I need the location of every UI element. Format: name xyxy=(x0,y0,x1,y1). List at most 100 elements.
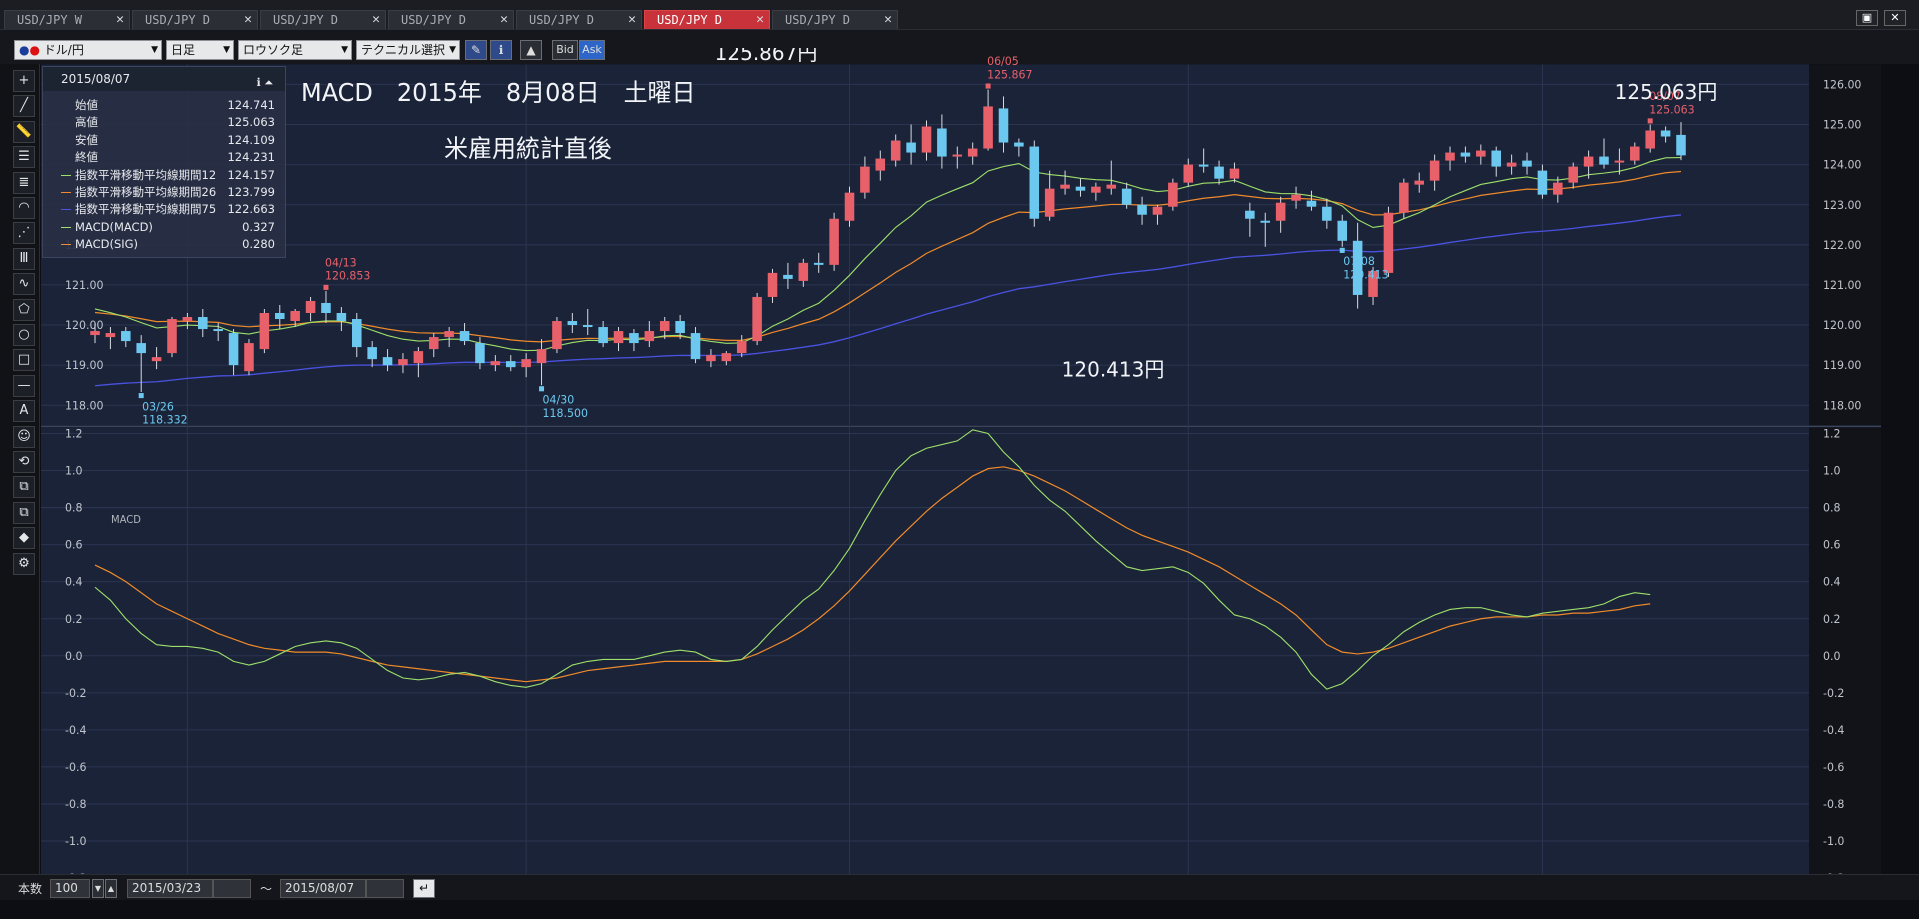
candle-body xyxy=(813,262,824,265)
circle-icon[interactable]: ○ xyxy=(13,324,35,346)
info-icon[interactable]: ℹ ⏶ xyxy=(257,71,273,95)
tab-close-icon[interactable]: ✕ xyxy=(884,11,892,29)
hline-icon[interactable]: — xyxy=(13,374,35,397)
tab-close-icon[interactable]: ✕ xyxy=(116,11,124,29)
pentagon-icon[interactable]: ⬠ xyxy=(13,298,35,321)
tab-close-icon[interactable]: ✕ xyxy=(756,11,764,29)
chart-area[interactable]: 118.00 118.00 119.00 119.00 120.00 120.00 121.… xyxy=(41,48,1919,874)
candle-body xyxy=(1460,152,1471,157)
low-mark-price: 118.332 xyxy=(142,414,187,427)
candle-body xyxy=(1660,130,1671,137)
high-mark-price: 125.063 xyxy=(1649,103,1694,116)
candle-body xyxy=(1476,150,1486,157)
annotation-high: 125.867円 xyxy=(715,48,818,65)
tab-label: USD/JPY D xyxy=(657,13,723,27)
high-marker xyxy=(985,83,991,89)
tab-0[interactable]: USD/JPY W ✕ xyxy=(4,10,130,29)
macd-tick-label: 1.2 xyxy=(1823,427,1840,440)
fan-icon[interactable]: ◠ xyxy=(13,197,35,219)
horizontal-lines-icon[interactable]: ☰ xyxy=(13,146,35,169)
candle-body xyxy=(1414,180,1425,185)
candle-body xyxy=(1229,168,1240,179)
candle-body xyxy=(937,128,947,157)
info-row: MACD(MACD) 0.327 xyxy=(61,219,283,236)
series-swatch xyxy=(61,157,71,158)
candle-body xyxy=(659,321,670,332)
price-tick-label: 121.00 xyxy=(1823,279,1861,292)
high-mark-price: 120.853 xyxy=(325,270,370,283)
candle-body xyxy=(1137,204,1147,215)
tab-6[interactable]: USD/JPY D ✕ xyxy=(772,10,898,29)
info-row: 指数平滑移動平均線期間12 124.157 xyxy=(61,167,283,184)
line-icon[interactable]: ╱ xyxy=(13,95,35,118)
candle-body xyxy=(459,331,470,342)
tab-close-icon[interactable]: ✕ xyxy=(628,11,636,29)
candle-body xyxy=(475,343,485,364)
tab-close-icon[interactable]: ✕ xyxy=(372,11,380,29)
info-row: 安値 124.109 xyxy=(61,132,283,149)
candle-body xyxy=(644,331,655,342)
stamp-icon[interactable]: ☺ xyxy=(13,425,35,448)
tab-4[interactable]: USD/JPY D ✕ xyxy=(516,10,642,29)
candle-body xyxy=(105,333,116,338)
candle-body xyxy=(613,331,624,344)
price-tick-label-left: 121.00 xyxy=(65,279,103,292)
tab-close-icon[interactable]: ✕ xyxy=(244,11,252,29)
price-tick-label-left: 118.00 xyxy=(65,399,103,412)
eraser-icon[interactable]: ◆ xyxy=(13,527,35,550)
settings-icon[interactable]: ⚙ xyxy=(13,552,35,575)
close-icon[interactable]: ✕ xyxy=(1884,10,1906,26)
copy-icon[interactable]: ⧉ xyxy=(13,476,35,499)
series-swatch xyxy=(61,226,71,228)
candle-body xyxy=(275,312,285,320)
info-row-value: 124.109 xyxy=(227,132,275,147)
apply-icon[interactable]: ↵ xyxy=(413,879,435,898)
macd-tick-label-left: -1.0 xyxy=(65,835,86,848)
info-row: 指数平滑移動平均線期間26 123.799 xyxy=(61,184,283,201)
macd-tick-label: -1.0 xyxy=(1823,835,1844,848)
tab-5[interactable]: USD/JPY D ✕ xyxy=(644,10,770,29)
restore-icon[interactable]: ▣ xyxy=(1856,10,1878,26)
info-row: MACD(SIG) 0.280 xyxy=(61,236,283,253)
info-row-label: MACD(SIG) xyxy=(75,237,139,252)
rectangle-icon[interactable]: □ xyxy=(13,349,35,372)
tab-1[interactable]: USD/JPY D ✕ xyxy=(132,10,258,29)
wave-icon[interactable]: ∿ xyxy=(13,273,35,296)
high-marker xyxy=(1647,118,1653,124)
crosshair-icon[interactable]: + xyxy=(13,70,35,92)
count-input[interactable]: 100 xyxy=(50,879,90,898)
reset-icon[interactable]: ⟲ xyxy=(13,451,35,473)
from-time-input[interactable] xyxy=(213,879,251,898)
parallel-lines-icon[interactable]: ≣ xyxy=(13,171,35,194)
to-time-input[interactable] xyxy=(366,879,404,898)
macd-tick-label-left: 0.4 xyxy=(65,576,82,589)
to-date-input[interactable]: 2015/08/07 xyxy=(280,879,366,898)
tab-close-icon[interactable]: ✕ xyxy=(500,11,508,29)
info-row-label: 指数平滑移動平均線期間12 xyxy=(75,167,217,182)
tab-2[interactable]: USD/JPY D ✕ xyxy=(260,10,386,29)
count-down-icon[interactable]: ▼ xyxy=(92,879,104,898)
low-marker xyxy=(138,393,144,399)
tab-label: USD/JPY D xyxy=(273,13,339,27)
info-row-label: 高値 xyxy=(75,115,98,130)
count-up-icon[interactable]: ▲ xyxy=(105,879,117,898)
macd-tick-label-left: 1.2 xyxy=(65,427,82,440)
price-tick-label-left: 120.00 xyxy=(65,319,103,332)
candle-body xyxy=(875,158,886,171)
candle-body xyxy=(321,302,331,313)
candle-body xyxy=(1583,156,1594,167)
tab-3[interactable]: USD/JPY D ✕ xyxy=(388,10,514,29)
candle-body xyxy=(151,357,162,362)
text-icon[interactable]: A xyxy=(13,400,35,423)
candle-body xyxy=(829,218,839,265)
candle-body xyxy=(1060,184,1070,189)
info-row-value: 124.231 xyxy=(227,150,275,165)
clone-icon[interactable]: ⧉ xyxy=(13,501,35,524)
macd-tick-label-left: 0.0 xyxy=(65,650,82,663)
vertical-lines-icon[interactable]: Ⅲ xyxy=(13,247,35,270)
candle-body xyxy=(1183,164,1194,183)
pitchfork-icon[interactable]: ⋰ xyxy=(13,222,35,245)
ruler-icon[interactable]: 📏 xyxy=(13,120,35,143)
from-date-input[interactable]: 2015/03/23 xyxy=(127,879,213,898)
candle-body xyxy=(844,192,855,221)
